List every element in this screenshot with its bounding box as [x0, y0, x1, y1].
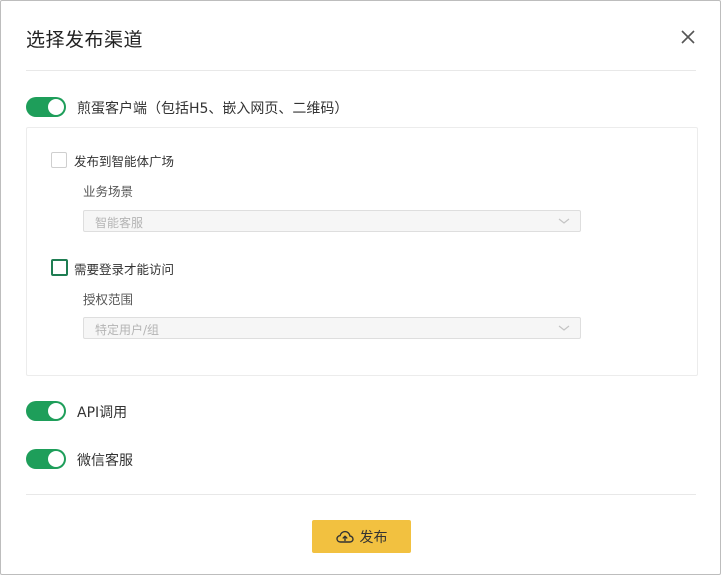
require-login-label: 需要登录才能访问 [74, 262, 175, 277]
chevron-down-icon [558, 325, 570, 331]
publish-button[interactable]: 发布 [312, 520, 411, 553]
auth-scope-select[interactable]: 特定用户/组 [83, 317, 581, 339]
wechat-channel-toggle[interactable] [26, 449, 66, 469]
footer-divider [26, 494, 696, 495]
client-channel-label: 煎蛋客户端（包括H5、嵌入网页、二维码） [77, 101, 349, 117]
business-scene-select[interactable]: 智能客服 [83, 210, 581, 232]
publish-square-checkbox[interactable] [51, 152, 67, 168]
client-options-panel: 发布到智能体广场 业务场景 智能客服 需要登录才能访问 授权范围 特定用户/组 [26, 127, 698, 376]
wechat-channel-label: 微信客服 [77, 453, 133, 469]
api-channel-toggle[interactable] [26, 401, 66, 421]
publish-channel-dialog: 选择发布渠道 煎蛋客户端（包括H5、嵌入网页、二维码） 发布到智能体广场 业务场… [0, 0, 721, 575]
toggle-knob [48, 451, 64, 467]
client-channel-toggle[interactable] [26, 97, 66, 117]
close-icon[interactable] [679, 28, 697, 46]
require-login-checkbox[interactable] [51, 259, 68, 276]
toggle-knob [48, 403, 64, 419]
dialog-title: 选择发布渠道 [26, 29, 144, 51]
publish-square-label: 发布到智能体广场 [74, 154, 175, 169]
business-scene-value: 智能客服 [95, 216, 144, 230]
cloud-upload-icon [335, 530, 354, 543]
toggle-knob [48, 99, 64, 115]
chevron-down-icon [558, 218, 570, 224]
api-channel-label: API调用 [77, 405, 128, 421]
publish-label: 发布 [359, 529, 388, 546]
business-scene-label: 业务场景 [83, 184, 134, 199]
header-divider [26, 70, 696, 71]
auth-scope-value: 特定用户/组 [95, 323, 160, 337]
auth-scope-label: 授权范围 [83, 292, 134, 307]
